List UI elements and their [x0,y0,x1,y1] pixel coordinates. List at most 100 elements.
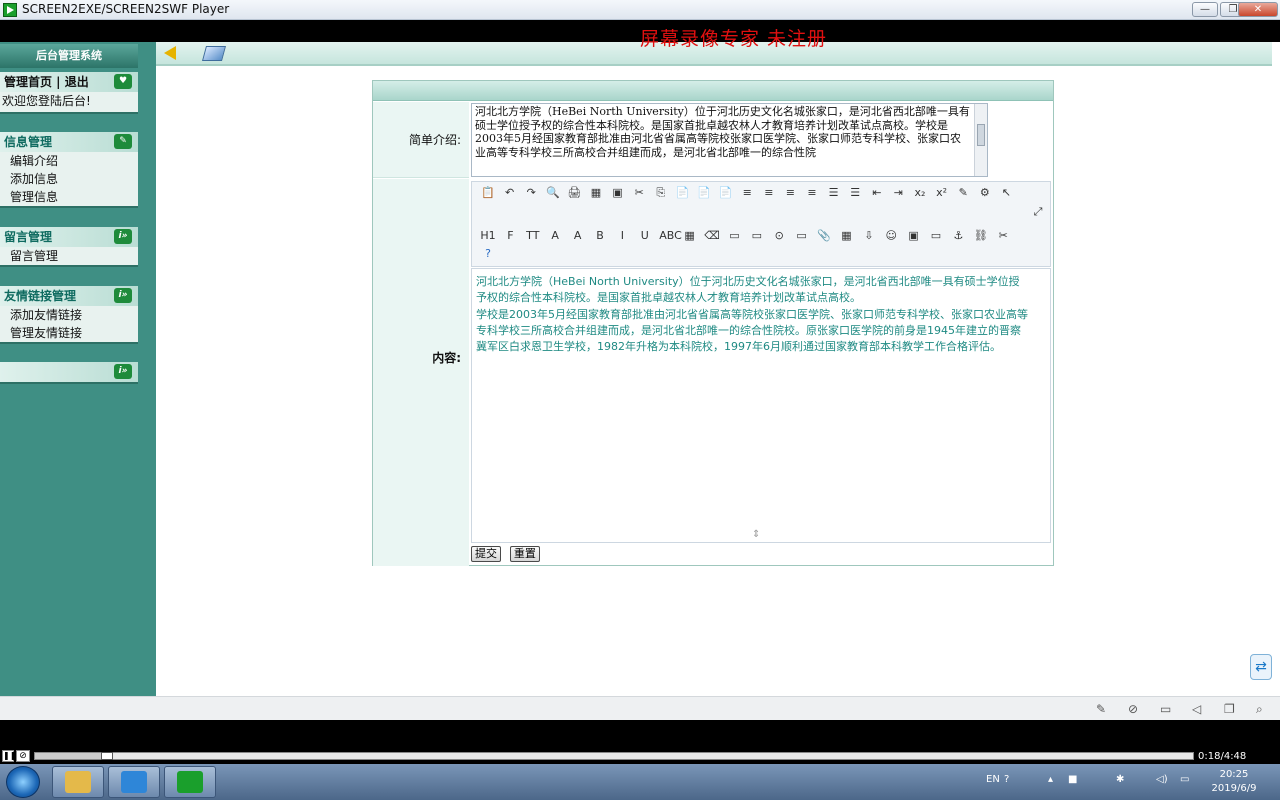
rich-editor-toolbar: 📋 ↶ ↷ 🔍 🖨 ▦ ▣ ✂ ⎘ 📄 📄 📄 ≡ ≡ ≡ ≡ ☰ ☰ ⇤ ⇥ x₂ x² ✎ ⚙ ↖ ⤢ H1 F TT A A B I U AB… [471,181,1051,267]
book-icon[interactable] [201,46,227,61]
editor-tool-icon[interactable]: x² [934,185,950,201]
editor-tool-icon[interactable]: ▣ [610,185,626,201]
search-icon[interactable]: ⌕ [1256,702,1263,717]
editor-tool-icon[interactable]: ABC [659,228,682,244]
editor-tool-icon[interactable]: ≡ [739,185,755,201]
editor-tool-icon[interactable]: ⇥ [890,185,906,201]
system-title: 后台管理系统 [0,44,138,68]
editor-tool-icon[interactable]: ▭ [749,228,765,244]
help-icon[interactable]: ? [1004,774,1009,785]
editor-tool-icon[interactable]: ≡ [782,185,798,201]
seek-knob[interactable] [101,752,114,760]
editor-tool-icon[interactable]: ⚓ [950,228,966,244]
editor-tool-icon[interactable]: ✂ [995,228,1011,244]
editor-tool-icon[interactable]: B [592,228,608,244]
action-center-icon[interactable]: ▭ [1180,774,1189,785]
submit-button[interactable]: 提交 [471,546,501,562]
editor-tool-icon[interactable]: ▭ [726,228,742,244]
editor-tool-icon[interactable]: ☰ [826,185,842,201]
editor-tool-icon[interactable]: ⇩ [861,228,877,244]
clock-time: 20:25 [1219,769,1249,780]
explorer-task[interactable] [52,766,104,798]
editor-tool-icon[interactable]: 📄 [718,185,734,201]
editor-tool-icon[interactable]: I [614,228,630,244]
editor-tool-icon[interactable]: ✂ [631,185,647,201]
home-logout-text[interactable]: 管理首页 | 退出 [4,75,89,89]
taskbar-clock[interactable]: 20:25 2019/6/9 [1206,768,1262,796]
editor-tool-icon[interactable]: ≡ [804,185,820,201]
editor-tool-icon[interactable]: U [637,228,653,244]
start-button[interactable] [6,766,40,798]
editor-tool-icon[interactable]: 🖨 [566,185,582,201]
editor-tool-icon[interactable]: 📄 [696,185,712,201]
editor-tool-icon[interactable]: ▣ [906,228,922,244]
editor-tool-icon[interactable]: ↷ [523,185,539,201]
editor-tool-icon[interactable]: ↶ [502,185,518,201]
tray-app-icon[interactable]: ■ [1068,774,1077,785]
reset-button[interactable]: 重置 [509,546,540,562]
editor-tool-icon[interactable]: ⊙ [771,228,787,244]
close-button[interactable]: ✕ [1238,2,1278,17]
editor-tool-icon[interactable]: F [502,228,518,244]
empty-panel: i» [0,362,138,384]
sidebar-item-manage-info[interactable]: 管理信息 [0,188,138,206]
editor-tool-icon[interactable]: ⎘ [653,185,669,201]
editor-tool-icon[interactable]: ▭ [928,228,944,244]
editor-tool-icon[interactable]: ☺ [883,228,899,244]
editor-tool-icon[interactable]: ☰ [847,185,863,201]
volume-icon[interactable]: ◁) [1156,774,1168,785]
pin-icon[interactable]: ✎ [1096,702,1106,716]
player-task[interactable] [164,766,216,798]
back-arrow-icon[interactable] [164,46,176,60]
editor-tool-icon[interactable]: ⤢ [1030,204,1046,220]
tray-expand-icon[interactable]: ▴ [1048,774,1053,785]
intro-text: 河北北方学院（HeBei North University）位于河北历史文化名城… [475,105,970,159]
editor-tool-icon[interactable]: 🔍 [545,185,561,201]
editor-tool-icon[interactable]: 📋 [480,185,496,201]
network-icon[interactable]: ✱ [1116,774,1124,785]
sidebar-item-add-link[interactable]: 添加友情链接 [0,306,138,324]
editor-tool-icon[interactable]: TT [525,228,541,244]
rich-editor-area[interactable]: 河北北方学院（HeBei North University）位于河北历史文化名城… [471,268,1051,543]
resize-grip-icon[interactable]: ⇕ [752,529,760,540]
editor-tool-icon[interactable]: H1 [480,228,496,244]
editor-tool-icon[interactable]: ⌫ [704,228,720,244]
editor-tool-icon[interactable]: A [547,228,563,244]
window-icon[interactable]: ❐ [1224,702,1235,716]
sidebar-item-manage-messages[interactable]: 留言管理 [0,247,138,265]
home-logout-links[interactable]: 管理首页 | 退出 ♥ [0,72,138,92]
editor-paragraph-1: 河北北方学院（HeBei North University）位于河北历史文化名城… [476,275,1020,305]
annotate-icon[interactable]: ⊘ [1128,702,1138,716]
editor-tool-icon[interactable]: ▦ [588,185,604,201]
editor-tool-icon[interactable]: A [570,228,586,244]
editor-tool-icon[interactable]: ↖ [998,185,1014,201]
editor-tool-icon[interactable]: x₂ [912,185,928,201]
trash-icon[interactable]: ▭ [1160,702,1171,716]
sidebar-item-manage-links[interactable]: 管理友情链接 [0,324,138,342]
editor-tool-icon[interactable]: ✎ [955,185,971,201]
editor-tool-icon[interactable]: ⛓ [973,228,989,244]
seek-bar[interactable] [34,752,1194,760]
minimize-button[interactable]: — [1192,2,1218,17]
editor-tool-icon[interactable]: ? [480,246,496,262]
editor-tool-icon[interactable]: ▦ [682,228,698,244]
pause-button[interactable]: ❚❚ [2,750,16,762]
editor-tool-icon[interactable]: ▦ [838,228,854,244]
sidebar-item-add-info[interactable]: 添加信息 [0,170,138,188]
editor-tool-icon[interactable]: ⇤ [869,185,885,201]
editor-tool-icon[interactable]: 📎 [816,228,832,244]
editor-tool-icon[interactable]: ▭ [794,228,810,244]
intro-scrollbar[interactable] [974,104,987,176]
editor-tool-icon[interactable]: ≡ [761,185,777,201]
sidebar-item-edit-intro[interactable]: 编辑介绍 [0,152,138,170]
editor-tool-icon[interactable]: 📄 [674,185,690,201]
teamviewer-icon[interactable]: ⇄ [1250,654,1272,680]
intro-label: 简单介绍: [373,102,469,178]
editor-tool-icon[interactable]: ⚙ [977,185,993,201]
window-titlebar: SCREEN2EXE/SCREEN2SWF Player — ❐ ✕ [0,0,1280,20]
language-indicator[interactable]: EN [986,774,1000,785]
stop-button[interactable]: ⊘ [16,750,30,762]
intro-textarea[interactable]: 河北北方学院（HeBei North University）位于河北历史文化名城… [471,103,988,177]
teamviewer-task[interactable] [108,766,160,798]
speaker-icon[interactable]: ◁ [1192,702,1201,716]
